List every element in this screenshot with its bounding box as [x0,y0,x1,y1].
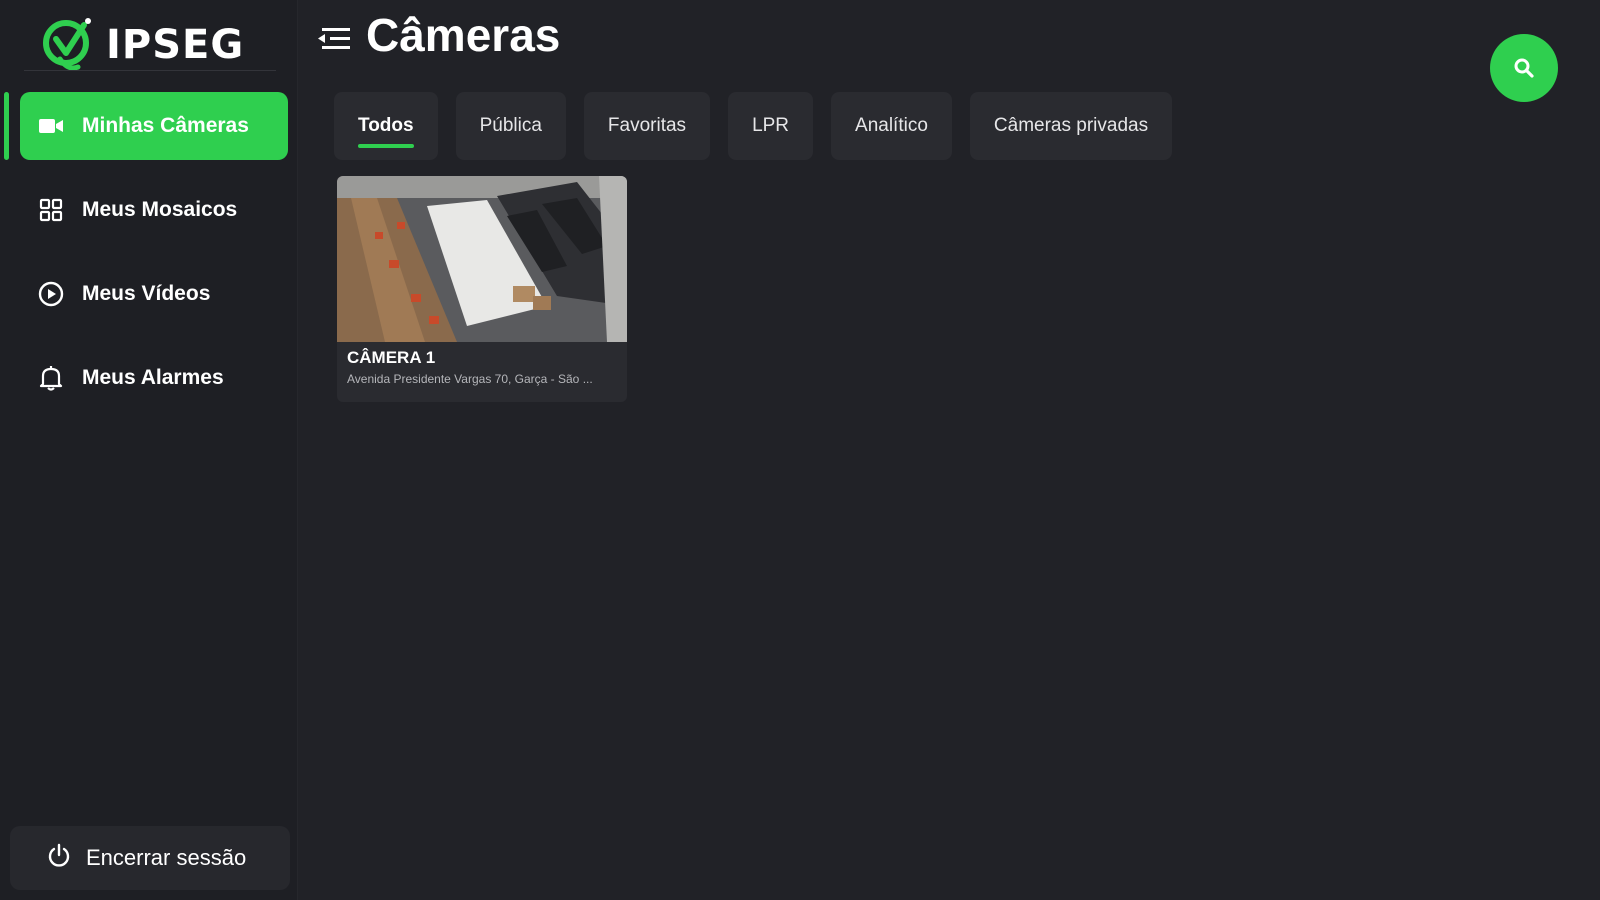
grid-icon [38,197,64,223]
tab-label: Todos [358,115,414,136]
tab-label: Favoritas [607,115,687,136]
menu-collapse-button[interactable] [316,22,352,56]
search-icon [1514,58,1534,78]
app-logo: IPSEG [38,12,278,74]
power-icon [46,843,72,874]
active-tab-indicator [358,144,414,148]
tab-label: LPR [752,115,790,136]
tab-cameras-privadas[interactable]: Câmeras privadas [969,92,1173,160]
camera-address: Avenida Presidente Vargas 70, Garça - Sã… [347,372,593,386]
logout-label: Encerrar sessão [86,845,247,870]
active-nav-marker [4,92,9,160]
page-title: Câmeras [366,9,561,61]
bell-icon [38,365,64,391]
sidebar-item-label: Meus Mosaicos [82,198,238,221]
video-camera-icon [38,113,64,139]
brand-name: IPSEG [106,22,245,68]
search-button[interactable] [1490,34,1558,102]
tab-label: Câmeras privadas [993,115,1149,136]
camera-filter-tabs: Todos Pública Favoritas LPR Analítico Câ… [334,92,1173,160]
menu-collapse-icon [318,28,350,49]
camera-card[interactable]: CÂMERA 1 Avenida Presidente Vargas 70, G… [337,176,627,402]
sidebar-item-meus-mosaicos[interactable]: Meus Mosaicos [20,176,288,244]
tab-favoritas[interactable]: Favoritas [583,92,711,160]
tab-lpr[interactable]: LPR [728,92,814,160]
sidebar-item-minhas-cameras[interactable]: Minhas Câmeras [20,92,288,160]
logout-button[interactable]: Encerrar sessão [10,826,290,890]
sidebar-item-meus-alarmes[interactable]: Meus Alarmes [20,344,288,412]
sidebar-item-label: Meus Alarmes [82,366,224,389]
tab-todos[interactable]: Todos [334,92,438,160]
tab-label: Pública [479,115,542,136]
sidebar-item-label: Meus Vídeos [82,282,211,305]
tab-label: Analítico [855,115,928,136]
play-circle-icon [38,281,64,307]
ipseg-logo-icon [43,18,91,71]
camera-title: CÂMERA 1 [347,348,436,367]
sidebar: IPSEG Minhas Câmeras Meus Mosaicos Meus … [0,0,298,900]
tab-analitico[interactable]: Analítico [831,92,952,160]
sidebar-item-label: Minhas Câmeras [82,114,249,137]
sidebar-item-meus-videos[interactable]: Meus Vídeos [20,260,288,328]
logo-divider [24,70,276,71]
tab-publica[interactable]: Pública [455,92,566,160]
camera-thumbnail [337,176,627,342]
